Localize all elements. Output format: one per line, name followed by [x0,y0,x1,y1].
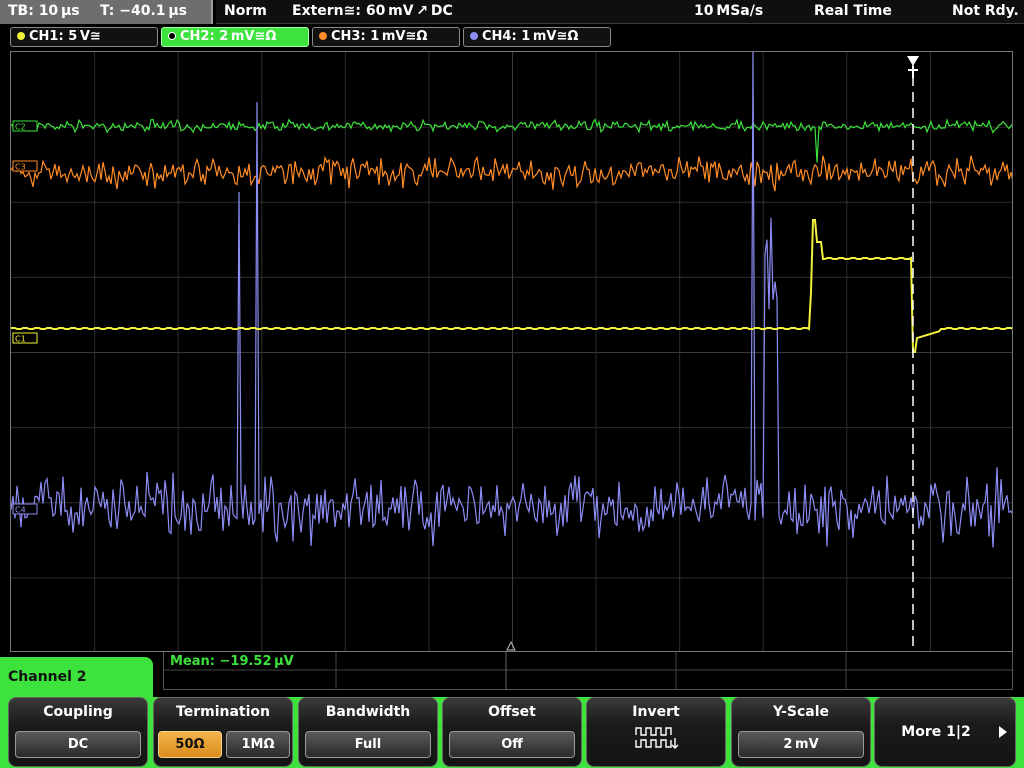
coupling-softkey[interactable]: Coupling DC [8,697,148,767]
bandwidth-softkey[interactable]: Bandwidth Full [298,697,438,767]
offset-title: Offset [488,704,536,720]
measurement-panel[interactable]: Mean: −19.52 µV [163,652,1014,690]
termination-title: Termination [176,704,270,720]
timebase-box[interactable]: TB: 10 µs T: −40.1 µs [0,0,213,24]
ch4-marker-label: C4 [15,506,26,515]
bandwidth-title: Bandwidth [325,704,411,720]
waveform-display[interactable]: C2 C3 C1 C4 [10,51,1013,652]
ch1-marker[interactable]: C1 [12,332,38,344]
trigger-mode: Norm [224,3,267,19]
offset-softkey[interactable]: Offset Off [442,697,582,767]
coupling-title: Coupling [43,704,113,720]
chevron-right-icon [999,726,1007,738]
acquisition-mode: Real Time [814,3,892,19]
acquisition-status: Not Rdy. [952,3,1019,19]
channel-tab-ch1[interactable]: CH1: 5 V≅ [10,27,158,47]
ch4-marker[interactable]: C4 [12,503,38,515]
more-softkey[interactable]: More 1|2 [874,697,1016,767]
channel-tab-ch3[interactable]: CH3: 1 mV≅Ω [312,27,460,47]
ch1-marker-label: C1 [15,335,26,344]
invert-title: Invert [632,704,680,720]
horizontal-position-icon[interactable] [506,640,516,651]
termination-softkey[interactable]: Termination 50Ω 1MΩ [153,697,293,767]
ch2-marker[interactable]: C2 [12,120,38,132]
offset-value[interactable]: Off [449,731,575,758]
ch1-color-icon [17,31,25,40]
ch3-marker-label: C3 [15,163,26,172]
ch3-marker[interactable]: C3 [12,160,38,172]
termination-1mohm-option[interactable]: 1MΩ [226,731,290,758]
channel-tab-label: CH2: 2 mV≅Ω [180,29,277,44]
waveform-canvas: C2 C3 C1 C4 [11,52,1012,651]
sample-rate: 10 MSa/s [694,3,764,19]
coupling-value[interactable]: DC [15,731,141,758]
mean-measurement: Mean: −19.52 µV [170,654,294,669]
channel-tab-ch4[interactable]: CH4: 1 mV≅Ω [463,27,611,47]
yscale-value[interactable]: 2 mV [738,731,864,758]
channel-tabs: CH1: 5 V≅ CH2: 2 mV≅Ω CH3: 1 mV≅Ω CH4: 1… [0,27,1024,49]
ch2-marker-label: C2 [15,123,26,132]
more-label: More 1|2 [901,724,971,740]
channel-tab-label: CH3: 1 mV≅Ω [331,29,428,44]
channel-tab-label: CH1: 5 V≅ [29,29,101,44]
ch3-color-icon [319,31,327,40]
menu-title: Channel 2 [8,669,87,685]
acquisition-info-box[interactable]: Norm Extern≅: 60 mV ↗ DC 10 MSa/s Real T… [216,0,1024,24]
channel-tab-label: CH4: 1 mV≅Ω [482,29,579,44]
invert-waveform-icon [635,727,679,749]
termination-50ohm-option[interactable]: 50Ω [158,731,222,758]
channel-tab-ch2[interactable]: CH2: 2 mV≅Ω [161,27,309,47]
trigger-source: Extern≅: 60 mV ↗ DC [292,3,453,19]
menu-channel-label: Channel 2 [0,657,153,697]
invert-softkey[interactable]: Invert [586,697,726,767]
graticule [11,52,1012,651]
bandwidth-value[interactable]: Full [305,731,431,758]
ch4-color-icon [470,31,478,40]
ch2-color-icon [168,31,176,40]
trigger-marker-icon[interactable] [907,56,919,66]
trigger-position-value: T: −40.1 µs [100,3,187,19]
yscale-softkey[interactable]: Y-Scale 2 mV [731,697,871,767]
timebase-value: TB: 10 µs [8,3,80,19]
status-bar: TB: 10 µs T: −40.1 µs Norm Extern≅: 60 m… [0,0,1024,24]
yscale-title: Y-Scale [772,704,829,720]
